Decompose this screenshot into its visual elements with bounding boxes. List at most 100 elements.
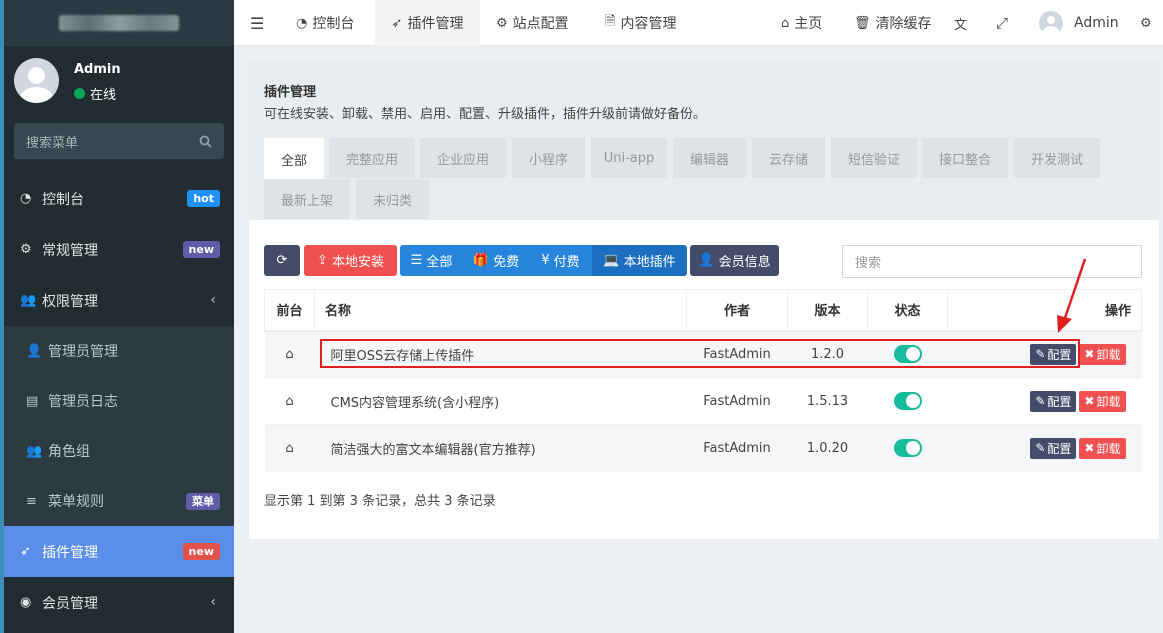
- cogs-icon: ⚙: [1140, 15, 1152, 31]
- uninstall-button[interactable]: ✖ 卸载: [1079, 343, 1126, 365]
- tab-api[interactable]: 接口整合: [922, 138, 1008, 178]
- sidebar-item-auth[interactable]: 👥 权限管理 ‹: [4, 275, 234, 326]
- filter-all-button[interactable]: ☰ 全部: [400, 245, 463, 276]
- addon-author[interactable]: FastAdmin: [686, 377, 788, 425]
- addon-panel: 插件管理 可在线安装、卸载、禁用、启用、配置、升级插件，插件升级前请做好备份。 …: [249, 61, 1159, 539]
- tab-dashboard[interactable]: ◔ 控制台: [284, 0, 366, 46]
- trash-icon: 🗑: [854, 15, 871, 31]
- sidebar-item-menu-rule[interactable]: ≡ 菜单规则 菜单: [4, 476, 234, 526]
- online-dot-icon: [74, 88, 85, 99]
- addon-name: CMS内容管理系统(含小程序): [314, 377, 687, 425]
- sidebar-submenu: 👤 管理员管理 ▤ 管理员日志 👥 角色组 ≡ 菜单规则 菜单: [4, 326, 234, 526]
- column-status[interactable]: 状态: [867, 289, 948, 332]
- search-icon[interactable]: [199, 135, 212, 148]
- column-actions: 操作: [947, 289, 1142, 332]
- local-install-button[interactable]: ⇪ 本地安装: [304, 245, 397, 276]
- expand-icon: ⤢: [996, 14, 1009, 32]
- tab-cloud-storage[interactable]: 云存储: [752, 138, 825, 178]
- tab-site-config[interactable]: ⚙ 站点配置: [496, 0, 569, 46]
- user-name: Admin: [74, 62, 121, 77]
- table-row: ⌂ 阿里OSS云存储上传插件 FastAdmin 1.2.0 ✎ 配置 ✖ 卸载: [264, 330, 1142, 378]
- config-button[interactable]: ✎ 配置: [1030, 437, 1077, 459]
- tab-sms[interactable]: 短信验证: [831, 138, 917, 178]
- language-button[interactable]: 文: [954, 0, 967, 46]
- bars-icon: ☰: [250, 13, 265, 33]
- home-icon[interactable]: ⌂: [285, 394, 293, 409]
- status-toggle[interactable]: [893, 392, 922, 410]
- clear-cache-button[interactable]: 🗑 清除缓存: [854, 0, 932, 46]
- sidebar-item-general[interactable]: ⚙ 常规管理 new: [4, 224, 234, 275]
- refresh-button[interactable]: ⟳: [264, 245, 300, 276]
- user-panel: Admin 在线: [4, 46, 234, 116]
- pagination-info: 显示第 1 到第 3 条记录，总共 3 条记录: [264, 494, 496, 509]
- tab-uncategorized[interactable]: 未归类: [356, 179, 429, 219]
- column-frontend[interactable]: 前台: [264, 289, 315, 332]
- status-toggle[interactable]: [893, 439, 922, 458]
- home-icon[interactable]: ⌂: [285, 441, 293, 456]
- gift-icon: 🎁: [472, 253, 490, 268]
- pencil-icon: ✎: [1035, 347, 1046, 362]
- sidebar-item-member[interactable]: ◉ 会员管理 ‹: [4, 577, 234, 628]
- filter-free-button[interactable]: 🎁 免费: [463, 245, 529, 276]
- tab-all[interactable]: 全部: [264, 138, 324, 180]
- avatar: [1039, 11, 1063, 35]
- badge-new: new: [182, 543, 220, 560]
- column-author[interactable]: 作者: [686, 289, 788, 332]
- tab-dev-test[interactable]: 开发测试: [1014, 138, 1100, 178]
- column-name[interactable]: 名称: [314, 289, 687, 332]
- tab-mini-program[interactable]: 小程序: [512, 138, 585, 178]
- uninstall-button[interactable]: ✖ 卸载: [1079, 437, 1126, 459]
- sidebar-item-admin[interactable]: 👤 管理员管理: [4, 326, 234, 376]
- list-icon: ☰: [410, 253, 423, 268]
- home-link[interactable]: ⌂ 主页: [781, 0, 822, 46]
- menu-toggle-button[interactable]: ☰: [250, 0, 264, 46]
- status-toggle[interactable]: [893, 345, 922, 364]
- tab-content[interactable]: 🗎 内容管理: [605, 0, 676, 46]
- fullscreen-button[interactable]: ⤢: [996, 0, 1008, 46]
- logo[interactable]: [4, 0, 234, 46]
- language-icon: 文: [954, 17, 968, 33]
- users-icon: 👥: [20, 293, 37, 308]
- tab-latest[interactable]: 最新上架: [264, 179, 350, 219]
- chevron-left-icon: ‹: [210, 292, 216, 308]
- user-circle-icon: ◉: [20, 595, 32, 610]
- addon-version: 1.2.0: [787, 330, 868, 378]
- uninstall-button[interactable]: ✖ 卸载: [1079, 390, 1126, 412]
- config-button[interactable]: ✎ 配置: [1030, 343, 1077, 365]
- sidebar-item-role-group[interactable]: 👥 角色组: [4, 426, 234, 476]
- settings-button[interactable]: ⚙: [1140, 0, 1152, 46]
- addon-author[interactable]: FastAdmin: [686, 424, 788, 472]
- dashboard-icon: ◔: [20, 191, 32, 206]
- tab-complete-app[interactable]: 完整应用: [329, 138, 415, 178]
- tab-enterprise-app[interactable]: 企业应用: [420, 138, 506, 178]
- filter-paid-button[interactable]: ¥ 付费: [529, 245, 592, 276]
- cogs-icon: ⚙: [496, 15, 508, 31]
- config-button[interactable]: ✎ 配置: [1030, 390, 1077, 412]
- user-menu[interactable]: Admin: [1039, 0, 1119, 46]
- sidebar-search-input[interactable]: 搜索菜单: [14, 123, 224, 159]
- addon-author[interactable]: FastAdmin: [686, 330, 788, 378]
- sidebar-item-dashboard[interactable]: ◔ 控制台 hot: [4, 173, 234, 224]
- tab-uniapp[interactable]: Uni-app: [591, 138, 667, 178]
- filter-local-button[interactable]: 💻 本地插件: [592, 245, 687, 276]
- close-icon: ✖: [1084, 441, 1095, 456]
- user-status: 在线: [74, 84, 116, 103]
- group-icon: 👥: [26, 443, 43, 459]
- search-input[interactable]: 搜索: [842, 245, 1142, 278]
- member-info-button[interactable]: 👤 会员信息: [690, 245, 779, 276]
- cogs-icon: ⚙: [20, 242, 32, 257]
- refresh-icon: ⟳: [276, 253, 288, 268]
- column-version[interactable]: 版本: [787, 289, 868, 332]
- rocket-icon: ➶: [20, 544, 31, 559]
- addon-version: 1.0.20: [787, 424, 868, 472]
- addon-table: 前台 名称 作者 版本 状态 操作 ⌂ 阿里OSS云存储上传插件 FastAdm…: [264, 289, 1142, 472]
- bars-icon: ≡: [26, 493, 37, 509]
- page-title: 插件管理: [264, 85, 317, 100]
- home-icon[interactable]: ⌂: [285, 347, 293, 362]
- sidebar-item-addon[interactable]: ➶ 插件管理 new: [4, 526, 234, 577]
- sidebar-item-admin-log[interactable]: ▤ 管理员日志: [4, 376, 234, 426]
- tab-addon[interactable]: ➶ 插件管理: [375, 0, 480, 46]
- avatar: [14, 58, 59, 103]
- tab-editor[interactable]: 编辑器: [673, 138, 746, 178]
- sidebar: Admin 在线 搜索菜单 ◔ 控制台 hot ⚙ 常规管理 new 👥 权限管理 ‹ 👤 管…: [0, 0, 234, 633]
